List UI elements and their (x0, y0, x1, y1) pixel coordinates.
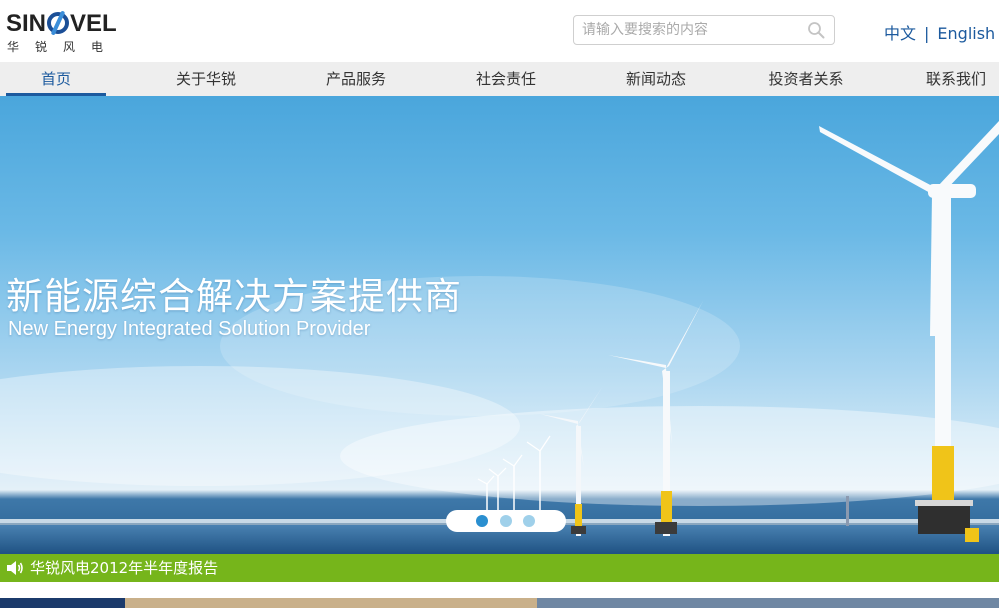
logo-wordmark: SIN VEL (6, 10, 117, 37)
logo-chinese-name: 华锐风电 (7, 40, 120, 54)
slide-pagination (446, 510, 566, 532)
nav-item-about[interactable]: 关于华锐 (156, 62, 256, 96)
nav-item-investor-relations[interactable]: 投资者关系 (756, 62, 856, 96)
thumbnail-2[interactable] (125, 598, 537, 608)
bottom-thumbnails (0, 582, 999, 608)
slide-dot-2[interactable] (500, 515, 512, 527)
speaker-icon (7, 561, 23, 575)
thumbnail-1[interactable] (0, 598, 125, 608)
slide-dot-1[interactable] (476, 515, 488, 527)
slide-dot-3[interactable] (523, 515, 535, 527)
nav-item-social-responsibility[interactable]: 社会责任 (456, 62, 556, 96)
search-icon[interactable] (807, 21, 825, 39)
lang-separator: | (924, 24, 930, 43)
sinovel-logo[interactable]: SIN VEL 华锐风电 (6, 10, 126, 54)
banner-title-chinese: 新能源综合解决方案提供商 (6, 275, 462, 318)
logo-o-ring (47, 12, 70, 34)
nav-item-products[interactable]: 产品服务 (306, 62, 406, 96)
banner-title-english: New Energy Integrated Solution Provider (8, 318, 371, 340)
announcement-bar: 华锐风电2012年半年度报告 (0, 554, 999, 582)
nav-item-news[interactable]: 新闻动态 (606, 62, 706, 96)
main-nav: 首页 关于华锐 产品服务 社会责任 新闻动态 投资者关系 联系我们 (0, 62, 999, 96)
thumbnail-3[interactable] (537, 598, 999, 608)
lang-english-link[interactable]: English (937, 24, 995, 43)
search-input[interactable] (582, 19, 802, 41)
hero-banner[interactable]: 新能源综合解决方案提供商 New Energy Integrated Solut… (0, 96, 999, 554)
announcement-link[interactable]: 华锐风电2012年半年度报告 (30, 554, 218, 582)
search-box[interactable] (573, 15, 835, 45)
language-switcher: 中文 | English (884, 20, 995, 44)
lang-chinese-link[interactable]: 中文 (884, 24, 916, 43)
nav-item-contact[interactable]: 联系我们 (906, 62, 999, 96)
nav-item-home[interactable]: 首页 (6, 62, 106, 96)
header: SINVEL 华锐风电 中文 | English (0, 0, 999, 62)
